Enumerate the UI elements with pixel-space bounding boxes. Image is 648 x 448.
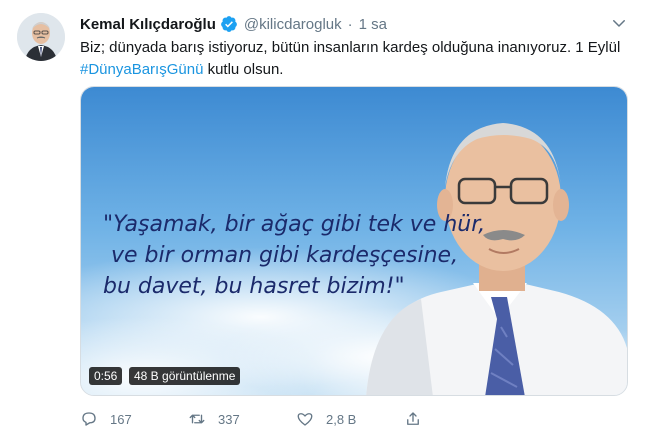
author-name[interactable]: Kemal Kılıçdaroğlu [80, 16, 216, 33]
author-handle[interactable]: @kilicdarogluk [244, 16, 342, 33]
quote-line: "Yaşamak, bir ağaç gibi tek ve hür, [103, 212, 486, 237]
retweet-count: 337 [218, 411, 240, 427]
separator-dot: · [347, 15, 353, 33]
share-icon [407, 412, 419, 425]
tweet-time[interactable]: 1 sa [359, 16, 387, 33]
chevron-down-icon[interactable] [610, 14, 628, 32]
tweet-text-main: Biz; dünyada barış istiyoruz, bütün insa… [80, 39, 621, 56]
quote-line: ve bir orman gibi kardeşçesine, [111, 243, 459, 268]
tweet-actions: 167 337 2,8 B [80, 410, 434, 428]
share-button[interactable] [404, 410, 434, 428]
reply-button[interactable]: 167 [80, 410, 188, 428]
avatar[interactable] [17, 13, 65, 61]
reply-icon [82, 412, 96, 426]
reply-count: 167 [110, 411, 132, 427]
retweet-button[interactable]: 337 [188, 410, 296, 428]
like-count: 2,8 B [326, 411, 357, 427]
tweet-text: Biz; dünyada barış istiyoruz, bütün insa… [80, 37, 625, 81]
tweet-text-end: kutlu olsun. [203, 61, 284, 78]
like-button[interactable]: 2,8 B [296, 410, 404, 428]
video-quote: "Yaşamak, bir ağaç gibi tek ve hür, ve b… [103, 209, 486, 302]
retweet-icon [189, 414, 205, 424]
verified-badge-icon [220, 16, 237, 32]
quote-line: bu davet, bu hasret bizim!" [103, 274, 405, 299]
hashtag-link[interactable]: #DünyaBarışGünü [80, 61, 203, 78]
video-duration: 0:56 [89, 367, 123, 385]
video-player[interactable]: "Yaşamak, bir ağaç gibi tek ve hür, ve b… [80, 86, 628, 396]
tweet-header: Kemal Kılıçdaroğlu @kilicdarogluk · 1 sa [80, 14, 628, 34]
view-count: 48 B görüntülenme [129, 367, 241, 385]
heart-icon [297, 413, 313, 426]
